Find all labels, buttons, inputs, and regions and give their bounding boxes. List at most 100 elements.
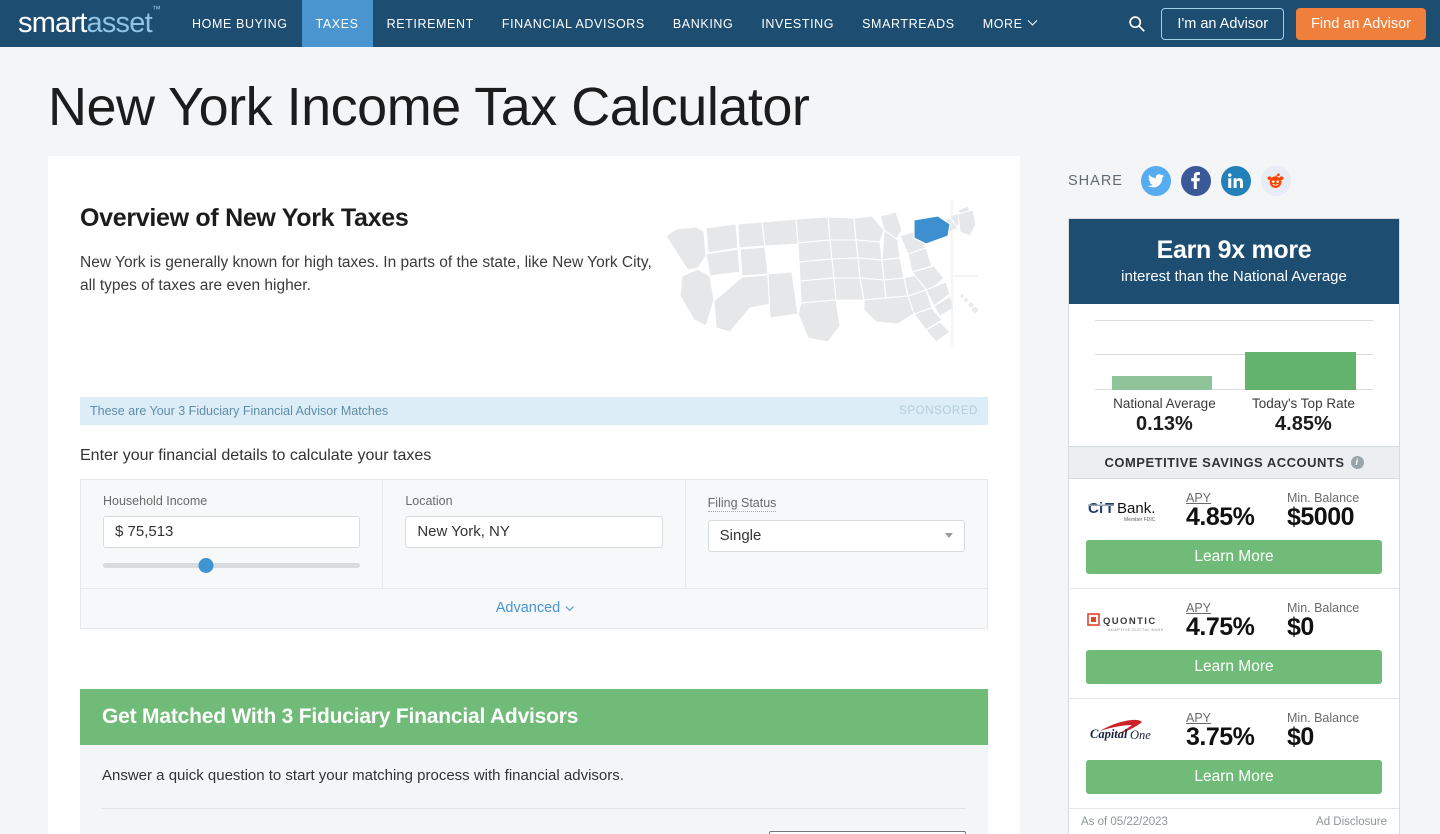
household-income-slider[interactable] [103,560,360,570]
slider-thumb[interactable] [198,558,213,573]
chevron-down-icon [945,533,953,538]
field-filing-status: Filing Status Single [686,480,987,588]
nav-item-retirement[interactable]: RETIREMENT [373,0,488,47]
main-content-panel: Overview of New York Taxes New York is g… [48,156,1020,834]
nav-label: RETIREMENT [387,17,474,31]
sidebar: SHARE Earn 9x more interest than the Nat… [1068,156,1400,834]
svg-text:Member FDIC: Member FDIC [1124,517,1156,523]
field-location: Location [383,480,685,588]
nav-item-smartreads[interactable]: SMARTREADS [848,0,969,47]
chart-label-group: Today's Top Rate 4.85% [1252,396,1355,436]
svg-text:C: C [1088,500,1099,517]
nav-item-financial-advisors[interactable]: FINANCIAL ADVISORS [488,0,659,47]
reddit-share-icon[interactable] [1261,166,1291,196]
capital-one-logo: Capital One [1086,716,1182,746]
match-panel-body: Answer a quick question to start your ma… [80,745,988,834]
rate-comparison-chart: National Average 0.13% Today's Top Rate … [1069,304,1399,446]
location-input[interactable] [405,516,662,548]
overview-section: Overview of New York Taxes New York is g… [48,156,1020,351]
nav-item-banking[interactable]: BANKING [659,0,747,47]
svg-text:QUONTIC: QUONTIC [1103,616,1157,627]
logo-part-smart: smart [18,7,87,39]
nav-item-home-buying[interactable]: HOME BUYING [178,0,302,47]
nav-label: SMARTREADS [862,17,955,31]
gridline [1095,320,1373,321]
learn-more-button[interactable]: Learn More [1086,760,1382,794]
page-title: New York Income Tax Calculator [0,47,1440,156]
nav-item-taxes[interactable]: TAXES [302,0,373,47]
ad-disclosure-link[interactable]: Ad Disclosure [1316,816,1387,828]
highlighted-state-new-york [914,216,950,244]
svg-text:Bank.: Bank. [1117,500,1155,517]
bank-row-top: QUONTIC ADAPTIVE DIGITAL BANK APY 4.75% … [1086,601,1382,642]
linkedin-share-icon[interactable] [1221,166,1251,196]
ad-headline: Earn 9x more [1079,236,1389,265]
savings-accounts-title: COMPETITIVE SAVINGS ACCOUNTS [1104,455,1344,470]
match-panel-heading: Get Matched With 3 Fiduciary Financial A… [80,689,988,745]
advisor-matches-link[interactable]: These are Your 3 Fiduciary Financial Adv… [90,404,388,418]
nav-right-actions: I'm an Advisor Find an Advisor [1123,0,1440,47]
im-an-advisor-button[interactable]: I'm an Advisor [1161,8,1284,40]
match-panel-subtext: Answer a quick question to start your ma… [102,767,966,784]
us-map [658,196,978,351]
svg-text:T: T [1105,500,1114,517]
min-balance-value: $0 [1287,723,1382,752]
bank-balance-col: Min. Balance $0 [1281,711,1382,752]
logo-part-asset: asset [87,7,152,39]
search-icon[interactable] [1123,11,1149,37]
financial-details-form: Household Income Location Filing Status … [80,479,988,589]
bank-balance-col: Min. Balance $5000 [1281,491,1382,532]
chart-plot-area [1095,320,1373,390]
svg-text:ADAPTIVE DIGITAL BANK: ADAPTIVE DIGITAL BANK [1108,628,1164,632]
bank-row: C i T Bank. Member FDIC APY 4.85% Mi [1069,479,1399,589]
overview-description: New York is generally known for high tax… [80,251,658,298]
find-an-advisor-button[interactable]: Find an Advisor [1296,8,1426,40]
apy-value: 4.85% [1186,503,1281,532]
ad-headline-block: Earn 9x more interest than the National … [1069,219,1399,304]
svg-text:i: i [1099,500,1103,517]
ad-subheadline: interest than the National Average [1079,268,1389,285]
advanced-toggle-bar[interactable]: Advanced [80,589,988,629]
chart-value-0: 0.13% [1113,413,1216,436]
learn-more-button[interactable]: Learn More [1086,540,1382,574]
smartasset-logo[interactable]: smartasset™ [0,0,178,47]
filing-status-select[interactable]: Single [708,520,965,552]
top-navbar: smartasset™ HOME BUYING TAXES RETIREMENT… [0,0,1440,47]
advisor-match-panel: Get Matched With 3 Fiduciary Financial A… [80,689,988,834]
advanced-label: Advanced [496,600,561,616]
bank-balance-col: Min. Balance $0 [1281,601,1382,642]
share-row: SHARE [1068,156,1400,218]
location-label: Location [405,494,662,508]
svg-text:Capital: Capital [1090,727,1128,741]
nav-item-more[interactable]: MORE [969,0,1050,47]
advanced-toggle[interactable]: Advanced [496,600,573,616]
bank-row-top: Capital One APY 3.75% Min. Balance $0 [1086,711,1382,752]
twitter-share-icon[interactable] [1141,166,1171,196]
min-balance-value: $5000 [1287,503,1382,532]
bank-apy-col: APY 4.85% [1182,491,1281,532]
chart-category-1: Today's Top Rate [1252,396,1355,411]
nav-label: TAXES [316,17,359,31]
household-income-input[interactable] [103,516,360,548]
form-lead-text: Enter your financial details to calculat… [80,447,988,465]
facebook-share-icon[interactable] [1181,166,1211,196]
share-label: SHARE [1068,173,1123,189]
nav-label: MORE [983,17,1023,31]
ad-footer: As of 05/22/2023 Ad Disclosure [1069,809,1399,834]
page-body: Overview of New York Taxes New York is g… [0,156,1440,834]
chart-category-labels: National Average 0.13% Today's Top Rate … [1095,396,1373,436]
info-icon[interactable]: i [1351,456,1364,469]
cit-bank-logo: C i T Bank. Member FDIC [1086,496,1182,526]
savings-accounts-header: COMPETITIVE SAVINGS ACCOUNTS i [1069,446,1399,479]
bank-row-top: C i T Bank. Member FDIC APY 4.85% Mi [1086,491,1382,532]
chart-category-0: National Average [1113,396,1216,411]
nav-item-investing[interactable]: INVESTING [747,0,848,47]
field-household-income: Household Income [81,480,383,588]
bank-apy-col: APY 4.75% [1182,601,1281,642]
min-balance-value: $0 [1287,613,1382,642]
nav-label: INVESTING [761,17,834,31]
learn-more-button[interactable]: Learn More [1086,650,1382,684]
nav-spacer [1050,0,1124,47]
quontic-logo: QUONTIC ADAPTIVE DIGITAL BANK [1086,606,1182,636]
chart-value-1: 4.85% [1252,413,1355,436]
